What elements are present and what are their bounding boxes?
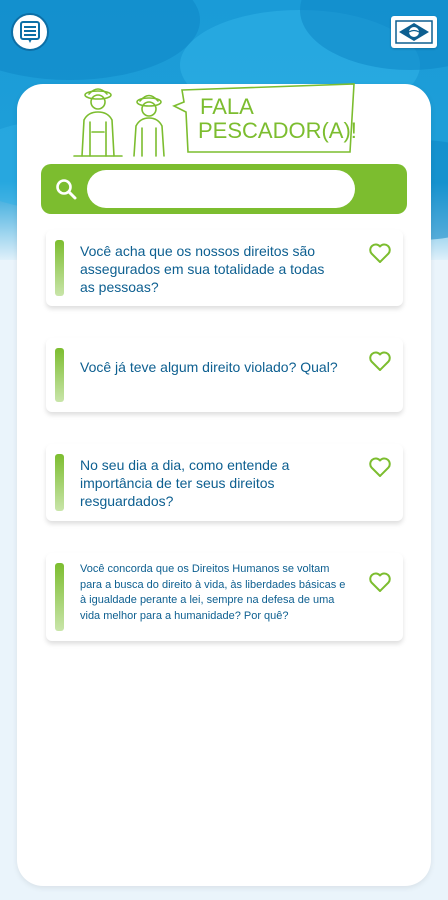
brazil-seal-icon — [395, 20, 433, 44]
question-text: Você acha que os nossos direitos são ass… — [80, 243, 325, 295]
question-card-1[interactable]: Você acha que os nossos direitos são ass… — [46, 230, 403, 306]
heart-icon[interactable] — [368, 350, 392, 372]
heart-icon[interactable] — [368, 571, 392, 593]
question-card-3[interactable]: No seu dia a dia, como entende a importâ… — [46, 444, 403, 521]
menu-button[interactable] — [11, 13, 49, 51]
question-accent-bar — [55, 348, 64, 402]
question-text: Você concorda que os Direitos Humanos se… — [80, 563, 346, 622]
flag-button[interactable] — [391, 16, 437, 48]
question-card-4[interactable]: Você concorda que os Direitos Humanos se… — [46, 553, 403, 641]
app-logo: FALA PESCADOR(A)! — [70, 82, 360, 162]
question-card-2[interactable]: Você já teve algum direito violado? Qual… — [46, 338, 403, 412]
heart-icon[interactable] — [368, 242, 392, 264]
list-icon — [20, 21, 40, 43]
heart-icon[interactable] — [368, 456, 392, 478]
search-bar — [41, 164, 407, 214]
question-text: No seu dia a dia, como entende a importâ… — [80, 457, 290, 509]
question-accent-bar — [55, 454, 64, 511]
search-icon[interactable] — [55, 178, 77, 200]
question-accent-bar — [55, 240, 64, 296]
question-accent-bar — [55, 563, 64, 631]
question-text: Você já teve algum direito violado? Qual… — [80, 359, 338, 375]
search-input[interactable] — [87, 170, 355, 208]
logo-title-line2: PESCADOR(A)! — [198, 118, 357, 143]
logo-title-line1: FALA — [200, 94, 254, 119]
